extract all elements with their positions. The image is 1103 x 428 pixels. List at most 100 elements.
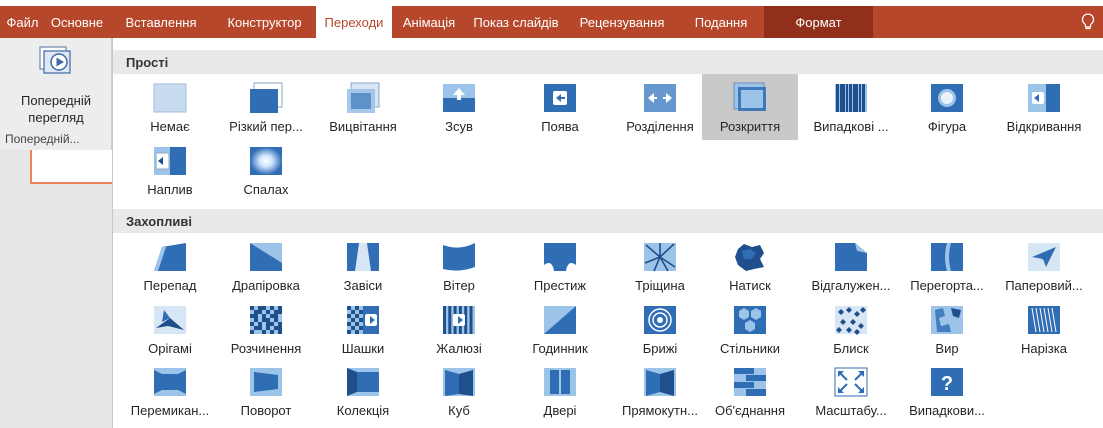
transition-option[interactable]: Поява <box>512 74 608 140</box>
transition-option[interactable]: Годинник <box>512 296 608 362</box>
doors-transition-icon <box>512 366 608 398</box>
honeycomb-transition-icon <box>702 304 798 336</box>
transition-option[interactable]: Фігура <box>899 74 995 140</box>
transition-option[interactable]: Орігамі <box>122 296 218 362</box>
transition-option-label: Відкривання <box>1006 119 1082 134</box>
lightbulb-icon[interactable] <box>1073 6 1103 38</box>
transition-option[interactable]: Спалах <box>218 137 314 203</box>
fracture-transition-icon <box>612 241 708 273</box>
transition-option[interactable]: Розділення <box>612 74 708 140</box>
transition-option[interactable]: Розчинення <box>218 296 314 362</box>
transition-option-label: Нарізка <box>1021 341 1067 356</box>
uncover-transition-icon <box>996 82 1092 114</box>
gallery-transition-icon <box>315 366 411 398</box>
ribbon-tab-bar: Файл Основне Вставлення Конструктор Переходи… <box>0 6 1103 38</box>
transition-option[interactable]: Відгалужен... <box>803 233 899 299</box>
curtains-transition-icon <box>315 241 411 273</box>
page-curl-transition-icon <box>899 241 995 273</box>
transition-option[interactable]: Різкий пер... <box>218 74 314 140</box>
transition-option[interactable]: Колекція <box>315 358 411 424</box>
transition-option[interactable]: Об'єднання <box>702 358 798 424</box>
transition-option[interactable]: Відкривання <box>996 74 1092 140</box>
ribbon-tab[interactable]: Основне <box>45 6 109 38</box>
slide-pane <box>0 150 112 428</box>
box-transition-icon <box>612 366 708 398</box>
transition-option[interactable]: Блиск <box>803 296 899 362</box>
transition-option[interactable]: ? Випадкови... <box>899 358 995 424</box>
transition-option[interactable]: Нарізка <box>996 296 1092 362</box>
transition-option[interactable]: Випадкові ... <box>803 74 899 140</box>
prestige-transition-icon <box>512 241 608 273</box>
dissolve-transition-icon <box>218 304 314 336</box>
transition-option[interactable]: Поворот <box>218 358 314 424</box>
ribbon-tab[interactable]: Вставлення <box>109 6 213 38</box>
transition-option-label: Фігура <box>927 119 967 134</box>
transition-option[interactable]: Немає <box>122 74 218 140</box>
transition-option[interactable]: Стільники <box>702 296 798 362</box>
transition-option-label: Завіси <box>343 278 383 293</box>
transition-option-label: Поява <box>541 119 579 134</box>
ribbon-tab[interactable]: Рецензування <box>566 6 678 38</box>
ribbon-tab[interactable]: Подання <box>678 6 764 38</box>
slide-thumbnail[interactable] <box>30 150 112 184</box>
transition-option[interactable]: Вицвітання <box>315 74 411 140</box>
transition-option-label: Вицвітання <box>329 119 397 134</box>
transition-option[interactable]: Натиск <box>702 233 798 299</box>
transition-option[interactable]: Престиж <box>512 233 608 299</box>
preview-button[interactable]: Попередній перегляд <box>0 42 112 132</box>
transition-option[interactable]: Наплив <box>122 137 218 203</box>
transitions-gallery: Прості Немає Різкий пер... Вицвітання Зсув По… <box>112 38 1103 428</box>
comb-transition-icon <box>702 366 798 398</box>
ribbon-tab[interactable]: Конструктор <box>213 6 316 38</box>
ribbon-tab-spacer <box>873 6 1073 38</box>
transition-option-label: Брижі <box>642 341 678 356</box>
transition-option[interactable]: Перегорта... <box>899 233 995 299</box>
random-bars-transition-icon <box>803 82 899 114</box>
transition-option-label: Спалах <box>243 182 289 197</box>
transition-option[interactable]: Масштабу... <box>803 358 899 424</box>
glitter-transition-icon <box>803 304 899 336</box>
ribbon-tab[interactable]: Показ слайдів <box>466 6 566 38</box>
transition-option[interactable]: Перемикан... <box>122 358 218 424</box>
zoom-transition-icon <box>803 366 899 398</box>
svg-text:?: ? <box>941 373 953 395</box>
ribbon-tab[interactable]: Файл <box>0 6 45 38</box>
transition-option-label: Наплив <box>147 182 193 197</box>
preview-label: Попередній перегляд <box>0 92 112 126</box>
ribbon-tab[interactable]: Формат <box>764 6 873 38</box>
wipe-transition-icon <box>512 82 608 114</box>
preview-group-label: Попередній... <box>5 132 80 146</box>
transition-option-label: Немає <box>150 119 190 134</box>
gallery-section-header: Захопливі <box>113 209 1103 233</box>
transition-option[interactable]: Розкриття <box>702 74 798 140</box>
checkerboard-transition-icon <box>315 304 411 336</box>
transition-option[interactable]: Завіси <box>315 233 411 299</box>
transition-option[interactable]: Перепад <box>122 233 218 299</box>
transition-option[interactable]: Паперовий... <box>996 233 1092 299</box>
transition-option[interactable]: Прямокутн... <box>612 358 708 424</box>
transition-option[interactable]: Жалюзі <box>411 296 507 362</box>
gallery-section-header: Прості <box>113 50 1103 74</box>
transition-option-label: Об'єднання <box>714 403 786 418</box>
transition-option-label: Перепад <box>143 278 197 293</box>
transition-option-label: Прямокутн... <box>622 403 698 418</box>
transition-option[interactable]: Зсув <box>411 74 507 140</box>
transition-option[interactable]: Вітер <box>411 233 507 299</box>
transition-option[interactable]: Шашки <box>315 296 411 362</box>
transition-option[interactable]: Двері <box>512 358 608 424</box>
ribbon-tab[interactable]: Переходи <box>316 6 392 38</box>
transition-option[interactable]: Куб <box>411 358 507 424</box>
crush-transition-icon <box>702 241 798 273</box>
drape-transition-icon <box>218 241 314 273</box>
transition-option[interactable]: Брижі <box>612 296 708 362</box>
vortex-transition-icon <box>899 304 995 336</box>
transition-option[interactable]: Тріщина <box>612 233 708 299</box>
transition-option-label: Драпіровка <box>232 278 300 293</box>
ribbon-tab[interactable]: Анімація <box>392 6 466 38</box>
transition-option-label: Вітер <box>443 278 475 293</box>
cube-transition-icon <box>411 366 507 398</box>
transition-option[interactable]: Драпіровка <box>218 233 314 299</box>
transition-option-label: Відгалужен... <box>811 278 891 293</box>
transition-option[interactable]: Вир <box>899 296 995 362</box>
transition-option-label: Перегорта... <box>910 278 984 293</box>
